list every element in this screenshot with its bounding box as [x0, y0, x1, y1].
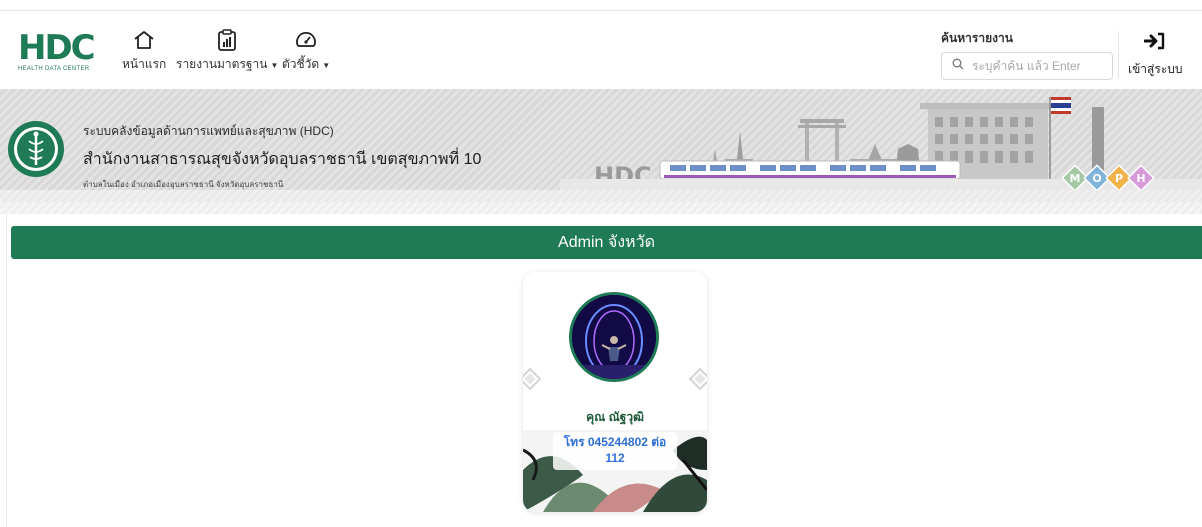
nav-home[interactable]: หน้าแรก: [122, 29, 166, 74]
navbar: HDC HEALTH DATA CENTER หน้าแรก รายงานมาต…: [0, 11, 1202, 89]
moph-letter-p: P: [1115, 172, 1123, 185]
banner-bottom-strip-2: [0, 202, 1202, 214]
moph-letter-h: H: [1136, 172, 1145, 185]
banner-text: ระบบคลังข้อมูลด้านการแพทย์และสุขภาพ (HDC…: [83, 122, 481, 190]
moph-letter-m: M: [1070, 172, 1081, 185]
content-left-edge: [6, 214, 7, 527]
nav-reports-label: รายงานมาตรฐาน ▼: [176, 55, 278, 74]
header-banner: ระบบคลังข้อมูลด้านการแพทย์และสุขภาพ (HDC…: [0, 89, 1202, 190]
search-input[interactable]: [972, 59, 1102, 73]
ornament-icon: [688, 367, 707, 391]
home-icon: [131, 29, 157, 51]
moph-letter-o: O: [1092, 172, 1101, 185]
contact-card[interactable]: คุณ ณัฐวุฒิ โทร 045244802 ต่อ 112: [523, 272, 707, 512]
banner-org-name: สำนักงานสาธารณสุขจังหวัดอุบลราชธานี เขตส…: [83, 151, 482, 168]
ornament-icon: [523, 367, 542, 391]
search-icon: [952, 57, 964, 75]
avatar: [569, 292, 659, 382]
phone-line-2: 112: [605, 451, 625, 465]
contact-name: คุณ ณัฐวุฒิ: [586, 410, 644, 424]
hdc-logo[interactable]: HDC HEALTH DATA CENTER: [18, 31, 96, 83]
nav-indicators-text: ตัวชี้วัด: [282, 57, 320, 71]
speedometer-icon: [293, 29, 319, 51]
ministry-seal-logo: [8, 121, 64, 177]
logo-subtext: HEALTH DATA CENTER: [18, 66, 90, 72]
section-title: Admin จังหวัด: [558, 234, 655, 251]
banner-address: ตำบลในเมือง อำเภอเมืองอุบลราชธานี จังหวั…: [83, 180, 284, 189]
search-title: ค้นหารายงาน: [941, 31, 1013, 45]
avatar-photo: [572, 295, 656, 379]
nav-divider: [1118, 31, 1119, 79]
city-skyline-illustration: HDC M O P H: [560, 97, 1202, 190]
search-box[interactable]: [941, 52, 1113, 80]
nav-indicators-label: ตัวชี้วัด ▼: [282, 55, 330, 74]
logo-text: HDC: [18, 28, 96, 68]
search-block: ค้นหารายงาน: [941, 29, 1113, 80]
banner-system-name: ระบบคลังข้อมูลด้านการแพทย์และสุขภาพ (HDC…: [83, 124, 334, 138]
nav-home-label: หน้าแรก: [122, 57, 167, 71]
login-label: เข้าสู่ระบบ: [1128, 62, 1183, 76]
clipboard-chart-icon: [214, 29, 240, 51]
sign-in-icon: [1143, 31, 1166, 56]
contact-phone[interactable]: โทร 045244802 ต่อ 112: [523, 434, 707, 466]
login-button[interactable]: เข้าสู่ระบบ: [1128, 31, 1183, 79]
banner-bottom-strip: [0, 190, 1202, 202]
nav-reports-text: รายงานมาตรฐาน: [176, 57, 268, 71]
nav-indicators[interactable]: ตัวชี้วัด ▼: [282, 29, 330, 74]
phone-line-1: โทร 045244802 ต่อ: [563, 435, 667, 449]
nav-reports[interactable]: รายงานมาตรฐาน ▼: [176, 29, 278, 74]
chevron-down-icon: ▼: [322, 61, 331, 70]
section-header-admin: Admin จังหวัด: [11, 226, 1202, 259]
chevron-down-icon: ▼: [270, 61, 279, 70]
